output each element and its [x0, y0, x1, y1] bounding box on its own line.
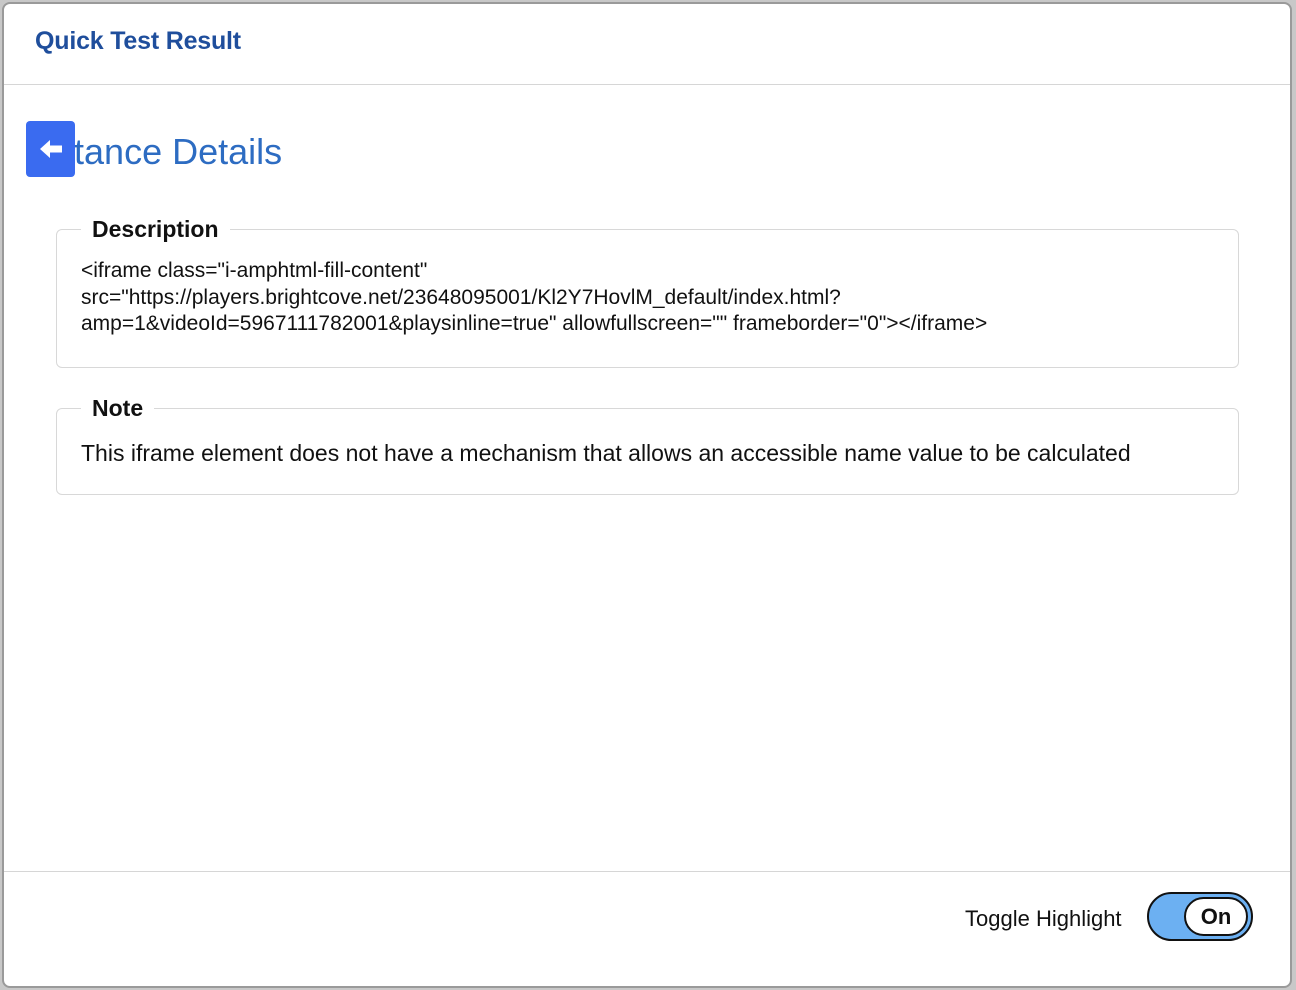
dialog-header: Quick Test Result: [4, 4, 1290, 85]
quick-test-result-dialog: Quick Test Result Instance Details Descr…: [2, 2, 1292, 988]
description-box: Description <iframe class="i-amphtml-fil…: [56, 216, 1239, 368]
toggle-state-label: On: [1184, 897, 1248, 936]
note-text: This iframe element does not have a mech…: [81, 440, 1131, 466]
note-box: Note This iframe element does not have a…: [56, 395, 1239, 495]
note-legend: Note: [92, 395, 144, 421]
description-text: <iframe class="i-amphtml-fill-content" s…: [81, 259, 988, 335]
back-button[interactable]: [26, 121, 75, 177]
dialog-title: Quick Test Result: [35, 27, 241, 55]
dialog-footer: Toggle Highlight On: [4, 871, 1290, 986]
toggle-highlight-switch[interactable]: On: [1147, 892, 1253, 941]
toggle-highlight-label: Toggle Highlight: [965, 906, 1122, 931]
arrow-left-icon: [39, 140, 62, 158]
description-legend: Description: [92, 216, 219, 242]
